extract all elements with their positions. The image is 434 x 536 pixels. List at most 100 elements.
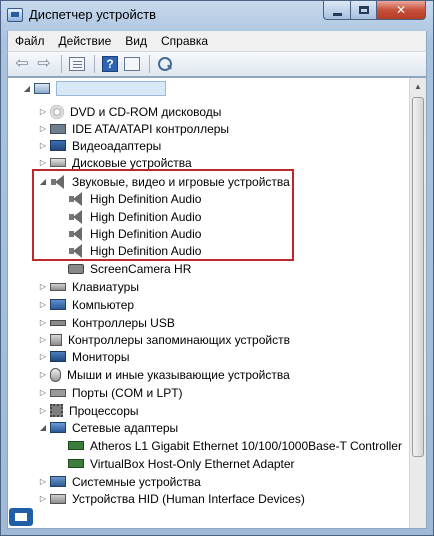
tree-device-hd-audio[interactable]: High Definition Audio xyxy=(68,208,201,225)
minimize-icon xyxy=(332,12,342,16)
keyboard-icon xyxy=(50,282,66,291)
expand-icon[interactable]: ▷ xyxy=(38,318,48,327)
network-card-icon xyxy=(68,441,84,450)
tree-category-dvd[interactable]: ▷ DVD и CD-ROM дисководы xyxy=(38,103,221,120)
tree-category-ide[interactable]: ▷ IDE ATA/ATAPI контроллеры xyxy=(38,120,229,137)
tree-category-sound[interactable]: ◢ Звуковые, видео и игровые устройства xyxy=(38,173,290,190)
tree-category-storage[interactable]: ▷ Контроллеры запоминающих устройств xyxy=(38,331,290,348)
minimize-button[interactable] xyxy=(323,1,351,20)
tree-category-disk[interactable]: ▷ Дисковые устройства xyxy=(38,154,192,171)
storage-controller-icon xyxy=(50,333,62,346)
scan-hardware-icon xyxy=(157,56,173,72)
forward-arrow-icon: ⇨ xyxy=(37,55,51,72)
device-label: High Definition Audio xyxy=(90,191,202,206)
category-label: Мыши и иные указывающие устройства xyxy=(67,367,290,382)
sound-device-icon xyxy=(68,226,84,241)
disk-drive-icon xyxy=(50,158,66,167)
expand-icon[interactable]: ▷ xyxy=(38,370,48,379)
tree-category-computer[interactable]: ▷ Компьютер xyxy=(38,296,134,313)
category-label: Контроллеры USB xyxy=(72,315,175,330)
tree-category-video[interactable]: ▷ Видеоадаптеры xyxy=(38,137,161,154)
expand-icon[interactable]: ▷ xyxy=(38,282,48,291)
category-label: Видеоадаптеры xyxy=(72,138,162,153)
device-label: High Definition Audio xyxy=(90,226,202,241)
properties-button[interactable] xyxy=(67,54,87,74)
expand-icon[interactable]: ▷ xyxy=(38,494,48,503)
tree-device-hd-audio[interactable]: High Definition Audio xyxy=(68,242,201,259)
processor-icon xyxy=(50,404,63,417)
expand-icon[interactable]: ▷ xyxy=(38,352,48,361)
collapse-icon[interactable]: ◢ xyxy=(38,423,48,432)
vertical-scrollbar[interactable]: ▲ xyxy=(409,78,426,528)
expand-icon[interactable]: ▷ xyxy=(38,388,48,397)
tree-category-processors[interactable]: ▷ Процессоры xyxy=(38,402,139,419)
tree-device-hd-audio[interactable]: High Definition Audio xyxy=(68,190,201,207)
sound-device-icon xyxy=(68,209,84,224)
scan-hardware-button[interactable] xyxy=(155,54,175,74)
collapse-icon[interactable]: ◢ xyxy=(38,177,48,186)
tree-category-keyboards[interactable]: ▷ Клавиатуры xyxy=(38,278,139,295)
device-label: High Definition Audio xyxy=(90,243,202,258)
expand-icon[interactable]: ▷ xyxy=(38,335,48,344)
mouse-icon xyxy=(50,367,61,382)
menu-file[interactable]: Файл xyxy=(8,34,52,48)
sound-device-icon xyxy=(68,191,84,206)
tree-category-mice[interactable]: ▷ Мыши и иные указывающие устройства xyxy=(38,366,290,383)
title-bar[interactable]: Диспетчер устройств ✕ xyxy=(1,1,433,31)
tree-category-monitors[interactable]: ▷ Мониторы xyxy=(38,348,130,365)
tree-device-virtualbox[interactable]: VirtualBox Host-Only Ethernet Adapter xyxy=(68,455,295,472)
toolbar-separator xyxy=(94,55,95,73)
expand-icon[interactable]: ▷ xyxy=(38,124,48,133)
help-button[interactable]: ? xyxy=(100,54,120,74)
forward-button[interactable]: ⇨ xyxy=(34,54,54,74)
expand-icon[interactable]: ▷ xyxy=(38,406,48,415)
properties-icon xyxy=(69,57,85,71)
menu-view[interactable]: Вид xyxy=(118,34,154,48)
menu-help[interactable]: Справка xyxy=(154,34,215,48)
menu-action[interactable]: Действие xyxy=(52,34,119,48)
monitor-icon xyxy=(50,351,66,362)
device-label: ScreenCamera HR xyxy=(90,261,192,276)
windwix-logo-icon xyxy=(9,508,33,526)
sound-device-icon xyxy=(50,174,66,189)
tree-category-network[interactable]: ◢ Сетевые адаптеры xyxy=(38,419,178,436)
tree-device-hd-audio[interactable]: High Definition Audio xyxy=(68,225,201,242)
device-label: High Definition Audio xyxy=(90,209,202,224)
category-label: Мониторы xyxy=(72,349,130,364)
port-icon xyxy=(50,388,66,397)
scroll-up-button[interactable]: ▲ xyxy=(410,78,426,95)
view-button[interactable] xyxy=(122,54,142,74)
tree-category-usb[interactable]: ▷ Контроллеры USB xyxy=(38,314,175,331)
system-device-icon xyxy=(50,476,66,487)
computer-icon xyxy=(34,83,50,94)
hid-icon xyxy=(50,493,66,504)
tree-category-ports[interactable]: ▷ Порты (COM и LPT) xyxy=(38,384,183,401)
tree-device-screencamera[interactable]: ScreenCamera HR xyxy=(68,260,191,277)
expand-icon[interactable]: ▷ xyxy=(38,107,48,116)
collapse-icon[interactable]: ◢ xyxy=(22,84,32,93)
toolbar-separator xyxy=(149,55,150,73)
back-button[interactable]: ⇦ xyxy=(12,54,32,74)
scrollbar-thumb[interactable] xyxy=(412,97,424,457)
camera-icon xyxy=(68,263,84,274)
video-adapter-icon xyxy=(50,140,66,151)
tree-root[interactable]: ◢ xyxy=(22,80,166,97)
menu-bar: Файл Действие Вид Справка xyxy=(7,31,427,51)
scroll-up-icon: ▲ xyxy=(414,82,422,91)
category-label: Контроллеры запоминающих устройств xyxy=(68,332,290,347)
category-label: Дисковые устройства xyxy=(72,155,192,170)
expand-icon[interactable]: ▷ xyxy=(38,141,48,150)
tree-category-system[interactable]: ▷ Системные устройства xyxy=(38,473,201,490)
category-label: Порты (COM и LPT) xyxy=(72,385,183,400)
device-tree-pane[interactable]: ◢ ▷ DVD и CD-ROM дисководы ▷ IDE ATA/ATA… xyxy=(7,77,427,529)
expand-icon[interactable]: ▷ xyxy=(38,477,48,486)
category-label: Звуковые, видео и игровые устройства xyxy=(72,174,290,189)
tree-device-atheros[interactable]: Atheros L1 Gigabit Ethernet 10/100/1000B… xyxy=(68,437,402,454)
close-button[interactable]: ✕ xyxy=(376,1,426,20)
expand-icon[interactable]: ▷ xyxy=(38,300,48,309)
category-label: Системные устройства xyxy=(72,474,201,489)
toolbar: ⇦ ⇨ ? xyxy=(7,51,427,77)
maximize-button[interactable] xyxy=(350,1,377,20)
category-label: IDE ATA/ATAPI контроллеры xyxy=(72,121,230,136)
expand-icon[interactable]: ▷ xyxy=(38,158,48,167)
